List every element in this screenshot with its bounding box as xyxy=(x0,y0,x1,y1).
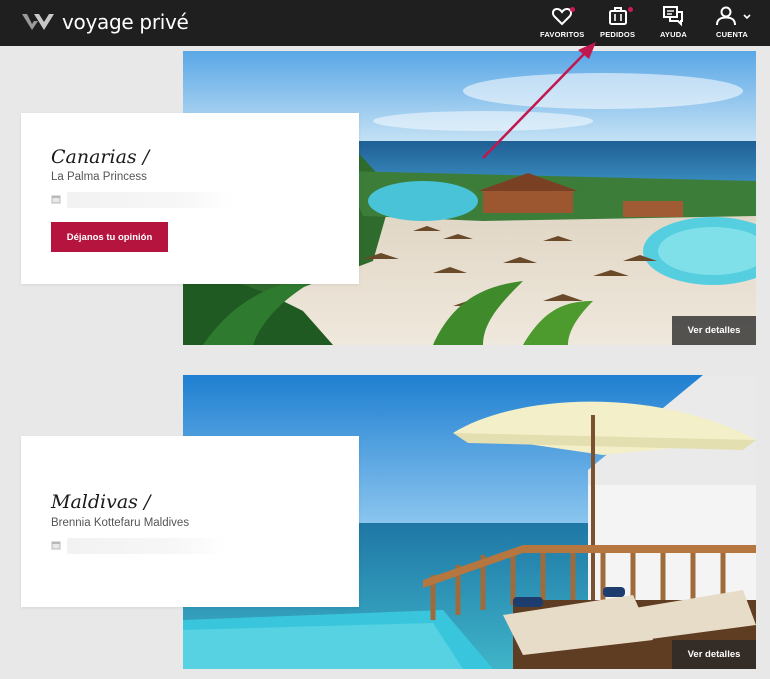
brand-logo[interactable]: voyage privé xyxy=(20,8,189,36)
nav-favoritos[interactable]: FAVORITOS xyxy=(540,4,584,42)
hotel-name: Brennia Kottefaru Maldives xyxy=(51,517,190,529)
nav-pedidos[interactable]: PEDIDOS xyxy=(600,4,635,42)
details-button[interactable]: Ver detalles xyxy=(672,316,756,345)
details-button[interactable]: Ver detalles xyxy=(672,640,756,669)
booking-dates xyxy=(51,192,235,208)
booking-card-canarias: Canarias / La Palma Princess Déjanos tu … xyxy=(21,113,359,284)
nav-label: PEDIDOS xyxy=(600,30,636,39)
leave-review-button[interactable]: Déjanos tu opinión xyxy=(51,222,168,252)
suitcase-icon xyxy=(606,4,633,28)
chat-icon xyxy=(661,4,685,28)
calendar-icon xyxy=(51,541,61,550)
brand-name: voyage privé xyxy=(62,10,189,34)
chevron-down-icon xyxy=(743,14,751,20)
brand-logo-icon xyxy=(22,14,54,30)
destination-title: Canarias / xyxy=(51,146,150,168)
nav-ayuda[interactable]: AYUDA xyxy=(660,4,687,42)
redacted-dates xyxy=(67,538,225,554)
nav-cuenta[interactable]: CUENTA xyxy=(712,4,752,42)
destination-title: Maldivas / xyxy=(51,491,151,513)
user-icon xyxy=(712,4,752,28)
notification-dot xyxy=(627,7,633,12)
heart-icon xyxy=(550,4,576,28)
nav-label: FAVORITOS xyxy=(540,30,585,39)
hotel-name: La Palma Princess xyxy=(51,171,147,183)
redacted-dates xyxy=(67,192,233,208)
booking-card-maldivas: Maldivas / Brennia Kottefaru Maldives xyxy=(21,436,359,607)
notification-dot xyxy=(570,7,576,12)
top-nav-bar: voyage privé FAVORITOS PEDIDOS AYUDA CUE… xyxy=(0,0,770,46)
booking-dates xyxy=(51,538,235,554)
nav-label: AYUDA xyxy=(660,30,687,39)
calendar-icon xyxy=(51,195,61,204)
nav-label: CUENTA xyxy=(716,30,748,39)
